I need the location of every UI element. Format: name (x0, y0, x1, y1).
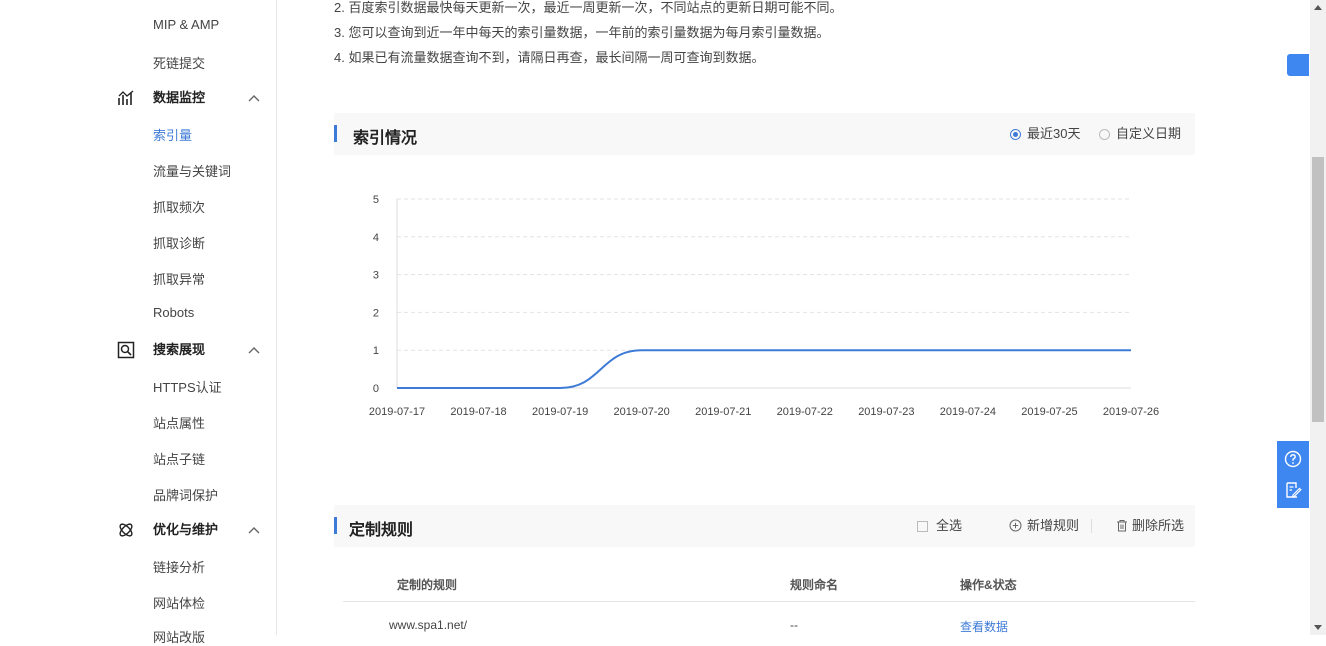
rules-panel-header: 定制规则 全选 新增规则 删除所选 (334, 505, 1195, 547)
scrollbar-thumb[interactable] (1312, 157, 1324, 422)
floating-toolbar (1277, 441, 1309, 508)
sidebar-item-brand[interactable]: 品牌词保护 (153, 485, 218, 504)
sidebar-item-traffic[interactable]: 流量与关键词 (153, 161, 231, 180)
feedback-edit-icon[interactable] (1284, 481, 1302, 499)
scroll-down-arrow[interactable] (1314, 625, 1322, 630)
y-tick-label: 3 (373, 270, 379, 282)
sidebar-group-label: 优化与维护 (153, 522, 219, 537)
sidebar-group-search-display[interactable]: 搜索展现 (117, 340, 261, 360)
x-tick-label: 2019-07-19 (532, 406, 588, 418)
sidebar-item-site-attr[interactable]: 站点属性 (153, 413, 205, 432)
radio-custom-date[interactable]: 自定义日期 (1099, 126, 1181, 142)
y-tick-label: 1 (373, 345, 379, 357)
chevron-up-icon[interactable] (247, 344, 261, 356)
checkbox-box (917, 521, 928, 532)
table-cell-rule: www.spa1.net/ (389, 618, 468, 632)
col-header-rule: 定制的规则 (397, 578, 458, 592)
view-data-link[interactable]: 查看数据 (960, 618, 1008, 635)
sidebar-item-dead-link[interactable]: 死链提交 (153, 53, 205, 72)
chevron-up-icon[interactable] (247, 524, 261, 536)
delete-selected-button[interactable]: 删除所选 (1116, 517, 1184, 535)
radio-dot (1099, 129, 1110, 140)
radio-label: 自定义日期 (1116, 126, 1182, 141)
sidebar-group-label: 搜索展现 (153, 342, 206, 357)
index-panel-header: 索引情况 最近30天 自定义日期 (334, 113, 1195, 155)
sidebar: MIP & AMP 死链提交 数据监控 索引量 流量与关键词 抓取频次 抓取诊断… (0, 0, 277, 645)
x-tick-label: 2019-07-26 (1103, 406, 1159, 418)
help-icon[interactable] (1284, 450, 1302, 468)
divider (1091, 519, 1092, 533)
index-panel-title: 索引情况 (353, 130, 418, 147)
rules-panel-title: 定制规则 (349, 522, 414, 539)
x-tick-label: 2019-07-18 (450, 406, 506, 418)
radio-label: 最近30天 (1027, 126, 1081, 141)
scroll-up-arrow[interactable] (1314, 5, 1322, 10)
col-header-action: 操作&状态 (960, 578, 1017, 592)
note-line: 3. 您可以查询到近一年中每天的索引量数据，一年前的索引量数据为每月索引量数据。 (334, 25, 830, 40)
x-tick-label: 2019-07-21 (695, 406, 751, 418)
plus-circle-icon (1009, 519, 1022, 532)
table-cell-name: -- (790, 618, 798, 632)
sidebar-item-robots[interactable]: Robots (153, 305, 194, 320)
title-accent-bar (334, 517, 337, 534)
x-tick-label: 2019-07-24 (940, 406, 996, 418)
radio-recent-30[interactable]: 最近30天 (1010, 126, 1080, 142)
select-all-checkbox[interactable]: 全选 (917, 517, 962, 535)
note-line: 2. 百度索引数据最快每天更新一次，最近一周更新一次，不同站点的更新日期可能不同… (334, 0, 843, 15)
search-display-icon (117, 341, 135, 359)
x-tick-label: 2019-07-25 (1021, 406, 1077, 418)
chart-line-icon (118, 90, 134, 105)
index-line-chart: 0 1 2 3 4 5 2019-07-17 2019-07-18 2019-07-19 2019… (369, 194, 1159, 418)
sidebar-item-crawl-error[interactable]: 抓取异常 (153, 269, 205, 288)
col-header-name: 规则命名 (790, 578, 839, 592)
table-divider (343, 601, 1195, 602)
index-chart: 0 1 2 3 4 5 2019-07-17 2019-07-18 2019-07-19 2019… (334, 180, 1195, 430)
radio-dot-checked (1010, 129, 1021, 140)
optimize-icon (119, 523, 133, 537)
y-tick-label: 2 (373, 307, 379, 319)
sidebar-item-crawl-freq[interactable]: 抓取频次 (153, 197, 205, 216)
y-tick-label: 5 (373, 194, 379, 206)
x-tick-label: 2019-07-17 (369, 406, 425, 418)
delete-selected-label: 删除所选 (1132, 518, 1185, 533)
sidebar-item-site-sublink[interactable]: 站点子链 (153, 449, 205, 468)
sidebar-item-https[interactable]: HTTPS认证 (153, 377, 222, 396)
sidebar-item-site-revamp[interactable]: 网站改版 (153, 627, 205, 646)
note-line: 4. 如果已有流量数据查询不到，请隔日再查，最长间隔一周可查询到数据。 (334, 50, 765, 65)
x-tick-label: 2019-07-22 (777, 406, 833, 418)
sidebar-item-site-check[interactable]: 网站体检 (153, 593, 205, 612)
add-rule-button[interactable]: 新增规则 (1009, 517, 1079, 535)
series-line (397, 349, 1131, 389)
y-tick-label: 4 (373, 232, 379, 244)
chevron-up-icon[interactable] (247, 92, 261, 104)
sidebar-item-mip-amp[interactable]: MIP & AMP (153, 17, 219, 32)
y-tick-label: 0 (373, 383, 379, 395)
trash-icon (1117, 520, 1127, 532)
sidebar-item-crawl-diag[interactable]: 抓取诊断 (153, 233, 205, 252)
sidebar-group-data-monitor[interactable]: 数据监控 (117, 88, 261, 108)
checkbox-label: 全选 (936, 518, 963, 533)
page-scrollbar[interactable] (1310, 0, 1326, 635)
title-accent-bar (334, 125, 337, 142)
x-tick-label: 2019-07-20 (614, 406, 670, 418)
floating-side-tab[interactable] (1287, 54, 1309, 76)
add-rule-label: 新增规则 (1027, 518, 1080, 533)
sidebar-item-link-analysis[interactable]: 链接分析 (153, 557, 205, 576)
sidebar-item-index[interactable]: 索引量 (153, 125, 192, 144)
x-tick-label: 2019-07-23 (858, 406, 914, 418)
sidebar-group-label: 数据监控 (153, 90, 206, 105)
sidebar-group-optimize[interactable]: 优化与维护 (117, 520, 261, 540)
